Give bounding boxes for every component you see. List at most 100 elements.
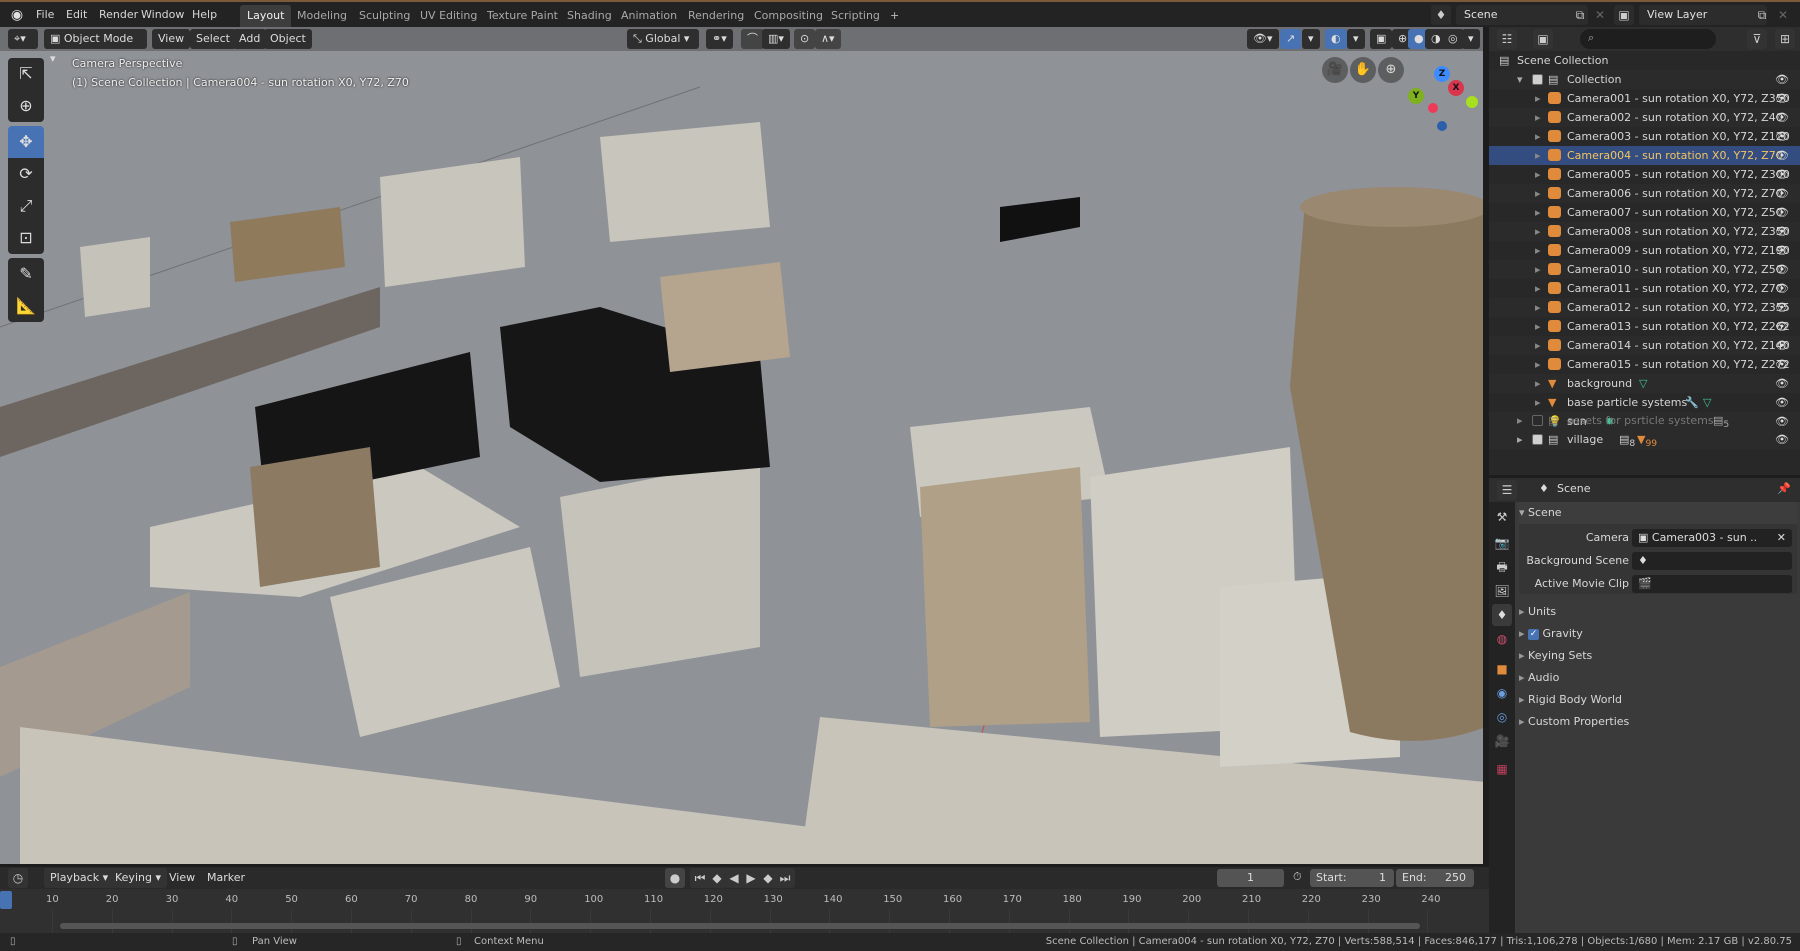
visibility-eye-icon[interactable]: 👁 <box>1775 260 1789 279</box>
stopwatch-icon[interactable]: ⏱ <box>1293 870 1302 884</box>
visibility-eye-icon[interactable]: 👁 <box>1775 203 1789 222</box>
add-menu[interactable]: Add <box>233 29 267 49</box>
expand-arrow-icon[interactable]: ▸ <box>1535 355 1541 374</box>
timeline-scrollbar[interactable] <box>60 923 1420 929</box>
visibility-eye-icon[interactable]: 👁 <box>1775 298 1789 317</box>
tab-texture-paint[interactable]: Texture Paint <box>480 5 565 27</box>
outliner-search-input[interactable]: ⌕ <box>1580 29 1716 49</box>
outliner-item[interactable]: ▸ Camera008 - sun rotation X0, Y72, Z350 👁 <box>1489 222 1800 241</box>
outliner-item[interactable]: ▸ Camera006 - sun rotation X0, Y72, Z70 👁 <box>1489 184 1800 203</box>
camera-field[interactable]: ▣ Camera003 - sun .. ✕ <box>1632 529 1792 547</box>
start-frame-field[interactable]: Start: 1 <box>1310 869 1394 887</box>
visibility-eye-icon[interactable]: 👁 <box>1775 165 1789 184</box>
outliner-collection-assets[interactable]: ▸ ▤ assets for psrticle systems ▤5 <box>1489 411 1800 430</box>
visibility-eye-icon[interactable]: 👁 <box>1775 355 1789 374</box>
outliner-item[interactable]: ▸ Camera001 - sun rotation X0, Y72, Z350 👁 <box>1489 89 1800 108</box>
rendered-shading-icon[interactable]: ◎ <box>1442 29 1464 49</box>
outliner-item[interactable]: ▸ Camera012 - sun rotation X0, Y72, Z355 👁 <box>1489 298 1800 317</box>
expand-arrow-icon[interactable]: ▸ <box>1535 298 1541 317</box>
pin-icon[interactable]: 📌 <box>1777 482 1791 495</box>
visibility-eye-icon[interactable]: 👁 <box>1775 108 1789 127</box>
gizmo-x-axis[interactable]: X <box>1448 80 1464 96</box>
display-mode-icon[interactable]: ▣ <box>1533 29 1553 49</box>
outliner-item[interactable]: ▸ Camera004 - sun rotation X0, Y72, Z70 👁 <box>1489 146 1800 165</box>
constraints-tab-icon[interactable]: ◉ <box>1492 682 1512 704</box>
expand-arrow-icon[interactable]: ▸ <box>1535 279 1541 298</box>
tab-animation[interactable]: Animation <box>614 5 684 27</box>
expand-arrow-icon[interactable]: ▸ <box>1535 108 1541 127</box>
pan-view-icon[interactable]: ✋ <box>1350 57 1376 83</box>
move-tool-icon[interactable]: ✥ <box>8 126 44 158</box>
visibility-eye-icon[interactable]: 👁 <box>1775 89 1789 108</box>
editor-type-icon[interactable]: ☰ <box>1497 480 1517 500</box>
blender-logo-icon[interactable]: ◉ <box>8 6 26 24</box>
annotate-tool-icon[interactable]: ✎ <box>8 258 44 290</box>
transform-orientation-dropdown[interactable]: ⤡ Global ▾ <box>627 29 699 49</box>
visibility-eye-icon[interactable]: 👁 <box>1775 241 1789 260</box>
visibility-eye-icon[interactable]: 👁 <box>1775 317 1789 336</box>
expand-arrow-icon[interactable]: ▸ <box>1535 374 1541 393</box>
outliner-item[interactable]: ▸ Camera007 - sun rotation X0, Y72, Z50 👁 <box>1489 203 1800 222</box>
outliner-item[interactable]: ▸ ▼ base particle systems 🔧 ▽ 👁 <box>1489 393 1800 412</box>
gizmo-neg-z[interactable] <box>1437 121 1447 131</box>
mesh-data-icon[interactable]: ▽ <box>1703 393 1711 412</box>
menu-file[interactable]: File <box>30 6 60 24</box>
view-layer-browse-icon[interactable]: ▣ <box>1614 5 1634 25</box>
active-movie-clip-field[interactable]: 🎬 <box>1632 575 1792 593</box>
visibility-eye-icon[interactable]: 👁 <box>1775 184 1789 203</box>
scene-selector[interactable]: Scene <box>1456 5 1588 25</box>
gravity-panel-header[interactable]: ▸ ✓ Gravity <box>1519 623 1797 645</box>
tab-layout[interactable]: Layout <box>240 5 292 27</box>
collection-checkbox[interactable] <box>1532 74 1543 85</box>
record-icon[interactable]: ● <box>665 868 685 888</box>
outliner-scene-collection[interactable]: ▤ Scene Collection <box>1489 51 1800 70</box>
transform-tool-icon[interactable]: ⊡ <box>8 222 44 254</box>
overlays-toggle-icon[interactable]: ◐ <box>1325 29 1347 49</box>
new-view-layer-icon[interactable]: ⧉ <box>1752 5 1772 25</box>
tool-tab-icon[interactable]: ⚒ <box>1492 506 1512 528</box>
snap-toggle-icon[interactable]: ⌒ <box>741 29 764 49</box>
add-workspace-button[interactable]: + <box>883 5 906 27</box>
expand-arrow-icon[interactable]: ▸ <box>1535 336 1541 355</box>
modifier-icon[interactable]: 🔧 <box>1685 393 1699 412</box>
filter-icon[interactable]: ⊽ <box>1747 29 1767 49</box>
menu-edit[interactable]: Edit <box>60 6 93 24</box>
tab-modeling[interactable]: Modeling <box>290 5 354 27</box>
delete-view-layer-icon[interactable]: ✕ <box>1773 5 1793 25</box>
view-layer-tab-icon[interactable]: 🖼 <box>1492 580 1512 602</box>
gizmo-neg-x[interactable] <box>1428 103 1438 113</box>
mesh-data-icon[interactable]: ▽ <box>1639 374 1647 393</box>
visibility-eye-icon[interactable]: 👁 <box>1775 393 1789 412</box>
texture-tab-icon[interactable]: ▦ <box>1492 758 1512 780</box>
marker-menu[interactable]: Marker <box>201 868 251 888</box>
new-collection-icon[interactable]: ⊞ <box>1775 29 1795 49</box>
outliner-item[interactable]: ▸ Camera013 - sun rotation X0, Y72, Z262 👁 <box>1489 317 1800 336</box>
gizmo-dropdown-icon[interactable]: ▾ <box>1302 29 1320 49</box>
new-scene-icon[interactable]: ⧉ <box>1570 5 1590 25</box>
outliner-item[interactable]: ▸ Camera003 - sun rotation X0, Y72, Z120 👁 <box>1489 127 1800 146</box>
scene-browse-icon[interactable]: ♦ <box>1431 5 1451 25</box>
zoom-view-icon[interactable]: ⊕ <box>1378 57 1404 83</box>
visibility-eye-icon[interactable]: 👁 <box>1775 146 1789 165</box>
select-box-tool-icon[interactable]: ⇱ <box>8 58 44 90</box>
expand-arrow-icon[interactable]: ▸ <box>1535 222 1541 241</box>
expand-arrow-icon[interactable]: ▸ <box>1535 260 1541 279</box>
visibility-eye-icon[interactable]: 👁 <box>1775 70 1789 89</box>
falloff-icon[interactable]: ∧▾ <box>815 29 841 49</box>
visibility-eye-icon[interactable]: 👁 <box>1775 279 1789 298</box>
gizmo-neg-y[interactable] <box>1466 96 1478 108</box>
tab-scripting[interactable]: Scripting <box>824 5 887 27</box>
outliner-item[interactable]: ▸ Camera014 - sun rotation X0, Y72, Z140 👁 <box>1489 336 1800 355</box>
object-tab-icon[interactable]: ■ <box>1492 658 1512 680</box>
world-tab-icon[interactable]: ◍ <box>1492 628 1512 650</box>
scene-panel-header[interactable]: ▾ Scene <box>1519 502 1797 524</box>
gizmo-toggle-icon[interactable]: ↗ <box>1280 29 1302 49</box>
tab-uv-editing[interactable]: UV Editing <box>413 5 484 27</box>
expand-arrow-icon[interactable]: ▸ <box>1535 317 1541 336</box>
visibility-eye-icon[interactable]: 👁 <box>1775 336 1789 355</box>
end-frame-field[interactable]: End: 250 <box>1396 869 1474 887</box>
expand-arrow-icon[interactable]: ▸ <box>1535 165 1541 184</box>
collection-checkbox[interactable] <box>1532 434 1543 445</box>
clear-icon[interactable]: ✕ <box>1777 529 1786 547</box>
visibility-eye-icon[interactable]: 👁 <box>1775 374 1789 393</box>
